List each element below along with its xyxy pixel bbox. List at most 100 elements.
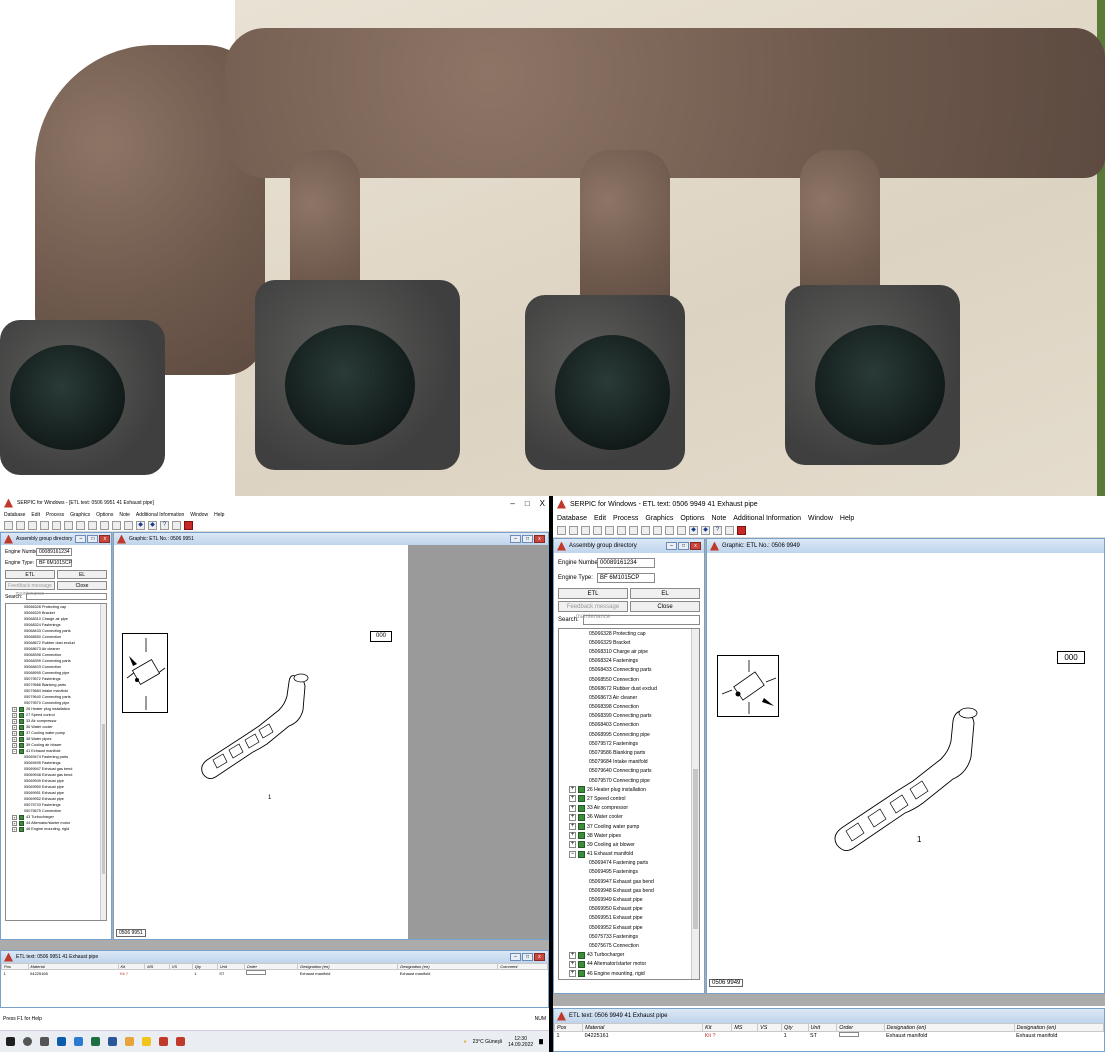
tree-group-item[interactable]: +46 Engine mounting, rigid <box>559 969 699 978</box>
tree-leaf-item[interactable]: 05069495 Fastenings <box>559 868 699 877</box>
tool-icon[interactable] <box>581 526 590 535</box>
table-row[interactable]: 1 04225161 Kit ? 1 ST Exhaust manifold E… <box>555 1032 1104 1040</box>
menu-note[interactable]: Note <box>119 512 130 518</box>
maximize-button[interactable]: □ <box>87 535 99 543</box>
cell-kit[interactable]: Kit ? <box>118 970 145 977</box>
context-help-icon[interactable] <box>725 526 734 535</box>
maximize-button[interactable]: □ <box>522 535 533 543</box>
menu-options[interactable]: Options <box>680 515 704 522</box>
tree-leaf-item[interactable]: 05069950 Exhaust pipe <box>559 905 699 914</box>
expand-icon[interactable]: + <box>12 718 17 724</box>
expand-icon[interactable]: + <box>12 736 17 742</box>
tree-group-item[interactable]: +36 Water cooler <box>559 813 699 822</box>
page-icon[interactable] <box>76 521 85 530</box>
tool-icon[interactable] <box>40 521 49 530</box>
tree-group-item[interactable]: − 41 Exhaust manifold <box>559 850 699 859</box>
tool-icon[interactable] <box>28 521 37 530</box>
menu-window[interactable]: Window <box>190 512 208 518</box>
minimize-button[interactable]: – <box>666 542 677 550</box>
expand-icon[interactable]: + <box>569 786 576 794</box>
minimize-button[interactable]: – <box>510 499 514 508</box>
excel-icon[interactable] <box>91 1037 100 1046</box>
expand-icon[interactable]: + <box>12 724 17 730</box>
tool-icon[interactable] <box>16 521 25 530</box>
edit-icon[interactable] <box>88 521 97 530</box>
menu-options[interactable]: Options <box>96 512 113 518</box>
tool-icon[interactable] <box>677 526 686 535</box>
maximize-button[interactable]: □ <box>678 542 689 550</box>
cell-order[interactable] <box>837 1032 884 1040</box>
col-material[interactable]: Material <box>582 1023 704 1032</box>
engine-type-field[interactable]: BF 6M1015CP <box>597 573 655 583</box>
tree-group-item[interactable]: +43 Turbocharger <box>559 951 699 960</box>
cell-order[interactable] <box>244 970 297 977</box>
drawing-canvas[interactable]: 000 1 <box>114 545 408 939</box>
tree-leaf-item[interactable]: 05069947 Exhaust gas bend <box>559 877 699 886</box>
tree-group-item[interactable]: +27 Speed control <box>559 794 699 803</box>
tool-icon[interactable] <box>100 521 109 530</box>
expand-icon[interactable]: + <box>569 951 576 959</box>
tree-leaf-item[interactable]: 05075675 Connection <box>559 941 699 950</box>
expand-icon[interactable]: + <box>12 820 17 826</box>
tree-group-item[interactable]: +37 Cooling water pump <box>559 822 699 831</box>
tree-leaf-item[interactable]: 05068550 Connection <box>559 675 699 684</box>
tool-icon[interactable] <box>653 526 662 535</box>
folder-icon[interactable] <box>142 1037 151 1046</box>
col-order[interactable]: Order <box>836 1023 885 1032</box>
edit-icon[interactable] <box>641 526 650 535</box>
col-vs[interactable]: VS <box>757 1023 783 1032</box>
close-button[interactable]: x <box>534 535 545 543</box>
serpic-taskbar-icon[interactable] <box>159 1037 168 1046</box>
collapse-icon[interactable]: − <box>569 850 576 858</box>
etl-button[interactable]: ETL <box>5 570 55 579</box>
feedback-button[interactable]: Feedback message maintenance <box>558 601 628 620</box>
tree-leaf-item[interactable]: 05069474 Fastening parts <box>559 859 699 868</box>
menu-edit[interactable]: Edit <box>31 512 40 518</box>
tree-leaf-item[interactable]: 05068433 Connecting parts <box>559 666 699 675</box>
tree-group-item[interactable]: +38 Water pipes <box>559 831 699 840</box>
collapse-icon[interactable]: − <box>12 748 17 754</box>
tree-leaf-item[interactable]: 05079586 Blanking parts <box>559 748 699 757</box>
engine-type-field[interactable]: BF 6M1015CP <box>36 559 72 567</box>
tree-leaf-item[interactable]: 05068995 Connecting pipe <box>559 730 699 739</box>
expand-icon[interactable]: + <box>12 814 17 820</box>
menu-graphics[interactable]: Graphics <box>645 515 673 522</box>
menu-help[interactable]: Help <box>840 515 854 522</box>
feedback-button[interactable]: Feedback message maintenance <box>5 581 55 597</box>
tree-leaf-item[interactable]: 05079570 Connecting pipe <box>559 776 699 785</box>
tree-group-item[interactable]: +39 Cooling air blower <box>559 840 699 849</box>
tool-icon[interactable] <box>557 526 566 535</box>
previous-icon[interactable]: ◆ <box>136 521 145 530</box>
minimize-button[interactable]: – <box>510 953 521 961</box>
expand-icon[interactable]: + <box>569 841 576 849</box>
tree-leaf-item[interactable]: 05069951 Exhaust pipe <box>559 914 699 923</box>
table-row[interactable]: 1 04225165 Kit ? 1 ST Exhaust manifold E… <box>2 970 548 977</box>
print-icon[interactable] <box>605 526 614 535</box>
col-unit[interactable]: Unit <box>807 1023 838 1032</box>
expand-icon[interactable]: + <box>12 706 17 712</box>
tree-leaf-item[interactable]: 05068399 Connecting parts <box>559 712 699 721</box>
close-panel-button[interactable]: Close <box>630 601 700 612</box>
menu-process[interactable]: Process <box>613 515 638 522</box>
menu-process[interactable]: Process <box>46 512 64 518</box>
tree-leaf-item[interactable]: 05069952 Exhaust pipe <box>559 923 699 932</box>
menu-edit[interactable]: Edit <box>594 515 606 522</box>
minimize-button[interactable]: – <box>75 535 87 543</box>
close-button[interactable]: x <box>690 542 701 550</box>
tree-leaf-item[interactable]: 05075733 Fastenings <box>559 932 699 941</box>
exit-icon[interactable] <box>737 526 746 535</box>
tree-leaf-item[interactable]: 05079572 Fastenings <box>559 739 699 748</box>
expand-icon[interactable]: + <box>12 730 17 736</box>
cell-kit[interactable]: Kit ? <box>703 1032 732 1040</box>
serpic-taskbar-icon[interactable] <box>176 1037 185 1046</box>
order-field[interactable] <box>246 970 267 975</box>
tool-icon[interactable] <box>665 526 674 535</box>
menu-additional-information[interactable]: Additional Information <box>733 515 801 522</box>
etl-button[interactable]: ETL <box>558 588 628 599</box>
tree-leaf-item[interactable]: 05069949 Exhaust pipe <box>559 895 699 904</box>
clock[interactable]: 12:30 14.09.2022 <box>508 1036 533 1048</box>
close-button[interactable]: X <box>540 499 545 508</box>
notification-icon[interactable]: ▇ <box>539 1039 543 1045</box>
el-button[interactable]: EL <box>630 588 700 599</box>
tree-group-item[interactable]: +26 Heater plug installation <box>559 785 699 794</box>
